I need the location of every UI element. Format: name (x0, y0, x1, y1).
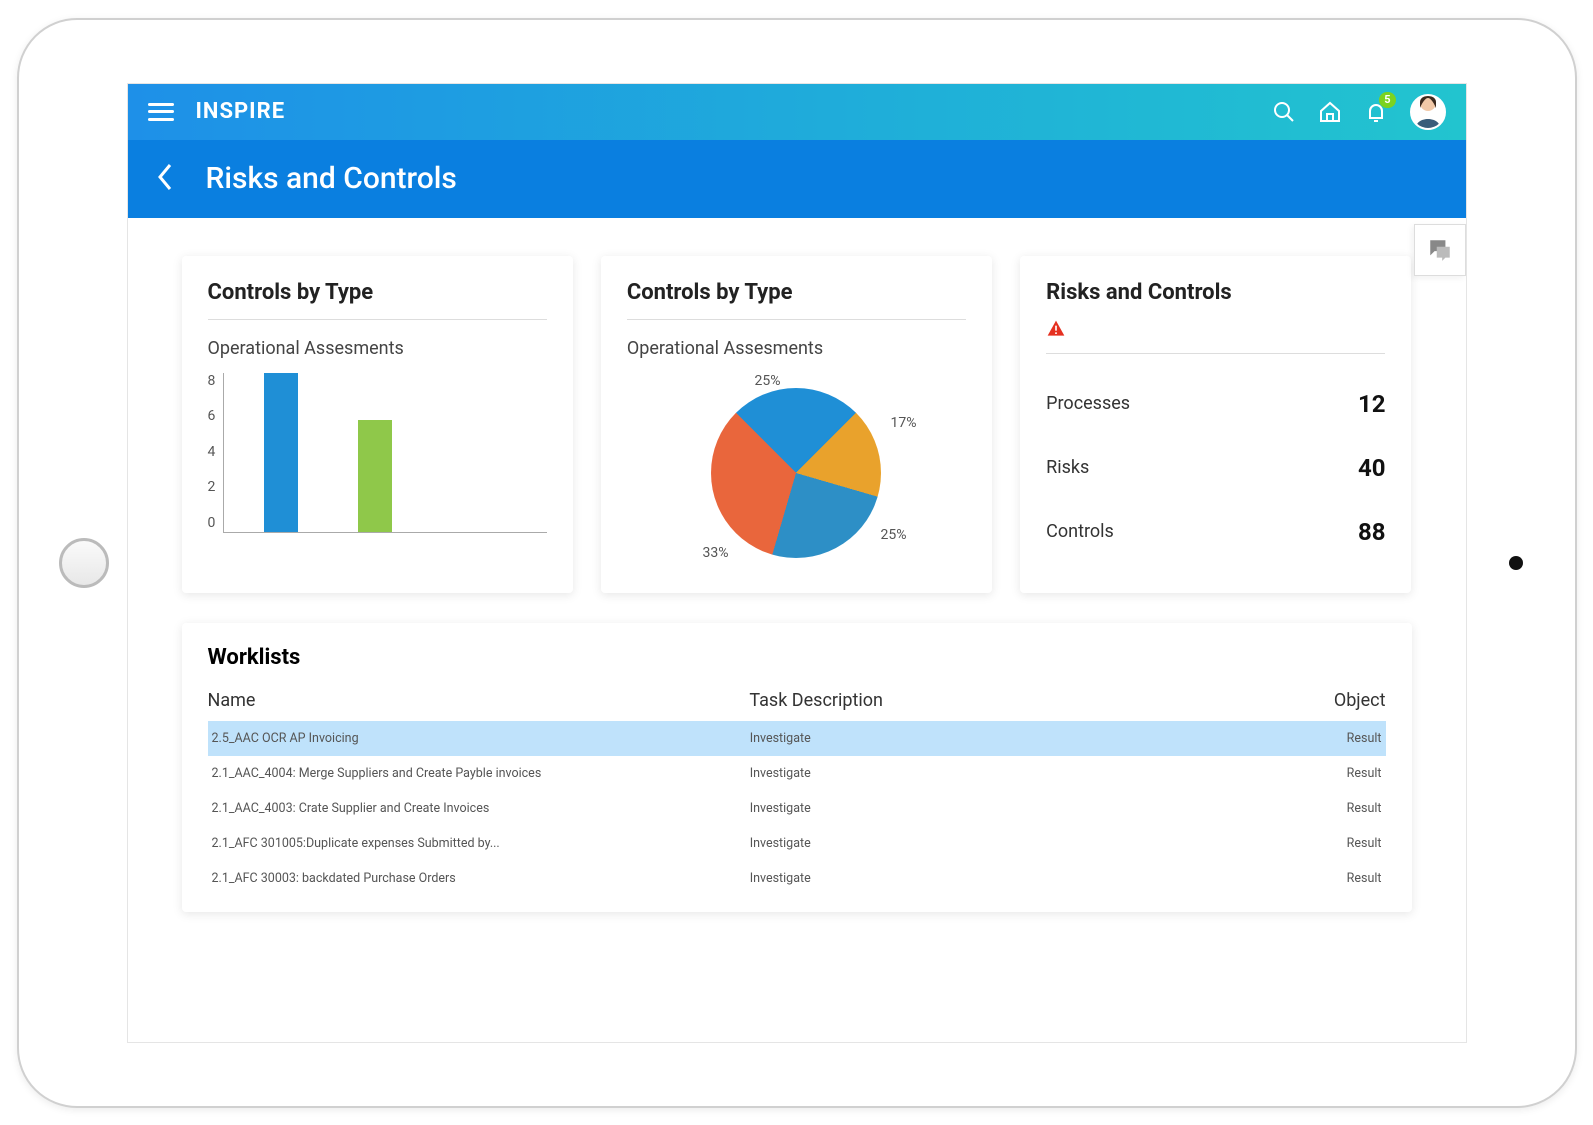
col-header-desc: Task Description (749, 690, 1220, 711)
divider (627, 319, 966, 320)
cell-desc: Investigate (750, 871, 1218, 886)
table-row[interactable]: 2.1_AFC 30003: backdated Purchase Orders… (208, 861, 1386, 896)
notifications-icon[interactable]: 5 (1364, 100, 1388, 124)
chat-button[interactable] (1414, 224, 1466, 276)
bar-series-a (264, 373, 298, 532)
cell-name: 2.1_AFC 30003: backdated Purchase Orders (212, 871, 750, 886)
page-title: Risks and Controls (206, 161, 457, 196)
cell-desc: Investigate (750, 801, 1218, 816)
stat-label: Controls (1046, 521, 1114, 542)
stat-label: Risks (1046, 457, 1089, 478)
tablet-home-button[interactable] (59, 538, 109, 588)
pie-chart: 25% 17% 25% 33% (676, 373, 916, 573)
brand-logo: INSPIRE (196, 99, 286, 124)
content-area: Controls by Type Operational Assesments … (128, 218, 1466, 942)
stat-row-risks: Risks 40 (1046, 436, 1385, 500)
stat-value: 40 (1358, 454, 1386, 482)
card-title: Risks and Controls (1046, 280, 1385, 305)
worklists-body: 2.5_AAC OCR AP InvoicingInvestigateResul… (208, 721, 1386, 896)
card-title: Controls by Type (627, 280, 966, 305)
bar-series-b (358, 420, 392, 531)
card-controls-pie: Controls by Type Operational Assesments … (601, 256, 992, 593)
worklists-title: Worklists (208, 645, 1386, 670)
cell-desc: Investigate (750, 731, 1218, 746)
stats-list: Processes 12 Risks 40 Controls 88 (1046, 372, 1385, 564)
bar-chart: 8 6 4 2 0 (208, 373, 547, 543)
cell-obj: Result (1218, 731, 1382, 746)
notification-badge: 5 (1379, 92, 1395, 108)
pie-label: 17% (890, 415, 916, 431)
bar-plot-area (223, 373, 546, 533)
tablet-camera (1509, 556, 1523, 570)
tablet-frame: INSPIRE 5 (17, 18, 1577, 1108)
y-tick: 0 (208, 515, 216, 531)
cell-desc: Investigate (750, 766, 1218, 781)
stat-value: 88 (1358, 518, 1386, 546)
cell-name: 2.1_AFC 301005:Duplicate expenses Submit… (212, 836, 750, 851)
cell-obj: Result (1218, 871, 1382, 886)
title-bar: Risks and Controls (128, 140, 1466, 218)
card-risks-controls: Risks and Controls Processes 12 Risks 40 (1020, 256, 1411, 593)
cell-obj: Result (1218, 766, 1382, 781)
table-row[interactable]: 2.1_AAC_4003: Crate Supplier and Create … (208, 791, 1386, 826)
divider (208, 319, 547, 320)
pie-label: 33% (702, 545, 728, 561)
col-header-name: Name (208, 690, 750, 711)
cell-obj: Result (1218, 836, 1382, 851)
pie-graphic (711, 388, 881, 558)
divider (1046, 353, 1385, 354)
top-bar: INSPIRE 5 (128, 84, 1466, 140)
back-button[interactable] (156, 162, 174, 196)
y-tick: 8 (208, 373, 216, 389)
table-row[interactable]: 2.5_AAC OCR AP InvoicingInvestigateResul… (208, 721, 1386, 756)
card-worklists: Worklists Name Task Description Object 2… (182, 623, 1412, 912)
cell-obj: Result (1218, 801, 1382, 816)
table-row[interactable]: 2.1_AFC 301005:Duplicate expenses Submit… (208, 826, 1386, 861)
card-subtitle: Operational Assesments (627, 338, 966, 359)
pie-label: 25% (754, 373, 780, 389)
home-icon[interactable] (1318, 100, 1342, 124)
alert-icon (1046, 319, 1385, 343)
stat-value: 12 (1358, 390, 1386, 418)
y-tick: 4 (208, 444, 216, 460)
worklists-header: Name Task Description Object (208, 684, 1386, 721)
card-controls-bar: Controls by Type Operational Assesments … (182, 256, 573, 593)
bar-y-axis: 8 6 4 2 0 (208, 373, 216, 533)
card-subtitle: Operational Assesments (208, 338, 547, 359)
cell-desc: Investigate (750, 836, 1218, 851)
card-title: Controls by Type (208, 280, 547, 305)
col-header-obj: Object (1221, 690, 1386, 711)
stat-label: Processes (1046, 393, 1130, 414)
cell-name: 2.1_AAC_4003: Crate Supplier and Create … (212, 801, 750, 816)
cell-name: 2.1_AAC_4004: Merge Suppliers and Create… (212, 766, 750, 781)
menu-button[interactable] (148, 103, 174, 121)
pie-label: 25% (880, 527, 906, 543)
search-icon[interactable] (1272, 100, 1296, 124)
app-screen: INSPIRE 5 (127, 83, 1467, 1043)
y-tick: 6 (208, 408, 216, 424)
cell-name: 2.5_AAC OCR AP Invoicing (212, 731, 750, 746)
table-row[interactable]: 2.1_AAC_4004: Merge Suppliers and Create… (208, 756, 1386, 791)
stat-row-processes: Processes 12 (1046, 372, 1385, 436)
y-tick: 2 (208, 479, 216, 495)
avatar[interactable] (1410, 94, 1446, 130)
stat-row-controls: Controls 88 (1046, 500, 1385, 564)
